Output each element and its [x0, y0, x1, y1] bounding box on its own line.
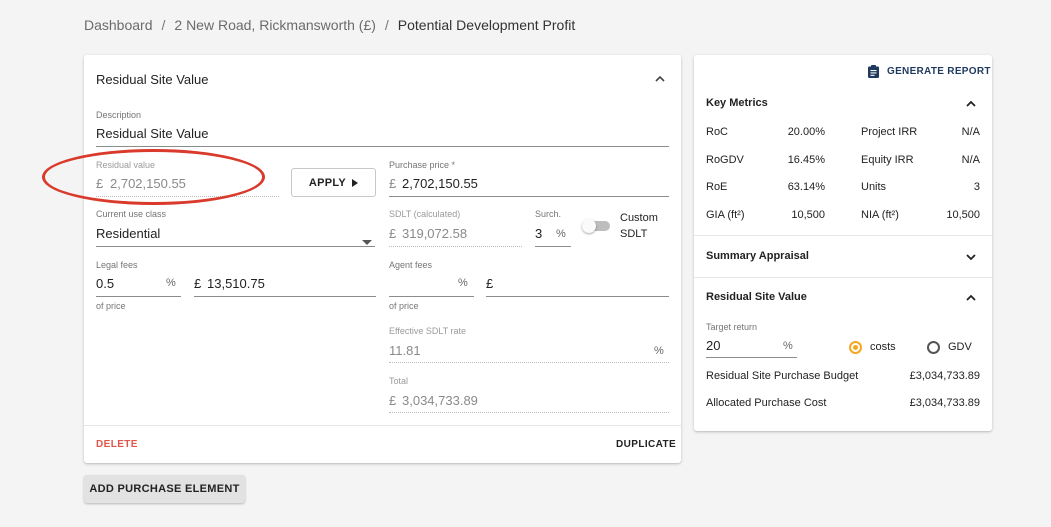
total-value: 3,034,733.89: [402, 393, 478, 408]
target-return-label: Target return: [706, 322, 758, 332]
metric-value: 20.00%: [787, 126, 825, 138]
duplicate-button[interactable]: DUPLICATE: [616, 439, 676, 450]
effective-sdlt-unit: %: [654, 345, 664, 357]
metric-value: N/A: [961, 126, 980, 138]
generate-report-button[interactable]: GENERATE REPORT: [868, 65, 991, 78]
metric-value: 10,500: [791, 209, 825, 221]
legal-fees-percent-unit: %: [166, 277, 176, 289]
card-title: Residual Site Value: [96, 72, 209, 87]
dropdown-arrow-icon[interactable]: [362, 232, 372, 250]
legal-fees-helper: of price: [96, 301, 126, 311]
delete-button[interactable]: DELETE: [96, 439, 138, 450]
apply-label: APPLY: [308, 176, 347, 189]
breadcrumb: Dashboard / 2 New Road, Rickmansworth (£…: [84, 17, 575, 33]
allocated-label: Allocated Purchase Cost: [706, 397, 827, 409]
target-return-input[interactable]: 20: [706, 338, 720, 353]
breadcrumb-separator: /: [161, 17, 166, 33]
play-arrow-icon: [352, 178, 359, 187]
metric-value: 3: [973, 181, 980, 193]
description-label: Description: [96, 110, 142, 120]
chevron-up-icon[interactable]: [653, 72, 667, 86]
current-use-class-select[interactable]: Residential: [96, 226, 160, 241]
metric-value: N/A: [961, 154, 980, 166]
total-underline: [389, 412, 669, 413]
metric-label: Project IRR: [861, 126, 918, 138]
allocated-value: £3,034,733.89: [909, 397, 980, 409]
total-label: Total: [389, 376, 409, 386]
breadcrumb-current: Potential Development Profit: [397, 17, 576, 33]
metric-label: GIA (ft²): [706, 209, 745, 221]
metric-value: 63.14%: [787, 181, 825, 193]
key-metrics-title: Key Metrics: [706, 97, 768, 109]
purchase-price-currency: £: [389, 176, 397, 191]
generate-report-label: GENERATE REPORT: [887, 66, 991, 77]
summary-appraisal-title[interactable]: Summary Appraisal: [706, 250, 809, 262]
chevron-up-icon[interactable]: [964, 97, 978, 111]
residual-site-value-card: Residual Site Value Description Residual…: [84, 55, 681, 463]
radio-gdv-label: GDV: [948, 341, 972, 353]
surch-input[interactable]: 3: [535, 226, 542, 241]
card-footer-divider: [84, 425, 681, 426]
surch-label: Surch.: [535, 209, 562, 219]
section-divider: [694, 277, 992, 278]
legal-fees-percent-input[interactable]: 0.5: [96, 276, 114, 291]
apply-button[interactable]: APPLY: [291, 168, 376, 197]
metric-value: 10,500: [946, 209, 980, 221]
current-use-class-underline: [96, 246, 375, 247]
legal-fees-percent-underline: [96, 296, 181, 297]
radio-costs[interactable]: [849, 341, 862, 354]
chevron-down-icon[interactable]: [964, 250, 978, 264]
agent-fees-percent-underline: [389, 296, 474, 297]
sdlt-label: SDLT (calculated): [389, 209, 461, 219]
breadcrumb-dashboard[interactable]: Dashboard: [84, 17, 153, 33]
chevron-up-icon[interactable]: [964, 291, 978, 305]
agent-fees-label: Agent fees: [389, 260, 433, 270]
surch-unit: %: [556, 228, 566, 240]
custom-sdlt-label: Custom SDLT: [620, 212, 658, 240]
radio-costs-label: costs: [870, 341, 896, 353]
clipboard-icon: [868, 65, 879, 78]
metric-label: RoC: [706, 126, 729, 138]
highlight-annotation: [42, 149, 265, 205]
sdlt-underline: [389, 246, 522, 247]
agent-fees-currency: £: [486, 276, 494, 291]
add-purchase-element-button[interactable]: ADD PURCHASE ELEMENT: [84, 475, 245, 503]
metric-label: NIA (ft²): [861, 209, 899, 221]
agent-fees-helper: of price: [389, 301, 419, 311]
effective-sdlt-value: 11.81: [389, 343, 421, 358]
surch-underline: [535, 246, 571, 247]
toggle-thumb: [582, 219, 596, 233]
breadcrumb-property[interactable]: 2 New Road, Rickmansworth (£): [174, 17, 376, 33]
metric-value: 16.45%: [787, 154, 825, 166]
legal-fees-amount-underline: [194, 296, 376, 297]
legal-fees-amount-input[interactable]: 13,510.75: [207, 276, 265, 291]
description-input[interactable]: Residual Site Value: [96, 126, 209, 141]
metric-label: RoGDV: [706, 154, 744, 166]
effective-sdlt-underline: [389, 362, 669, 363]
metric-label: RoE: [706, 181, 728, 193]
rsv-section-title: Residual Site Value: [706, 291, 807, 303]
section-divider: [694, 235, 992, 236]
agent-fees-percent-unit: %: [458, 277, 468, 289]
radio-gdv[interactable]: [927, 341, 940, 354]
target-return-underline: [706, 357, 797, 358]
budget-label: Residual Site Purchase Budget: [706, 370, 859, 382]
current-use-class-label: Current use class: [96, 209, 167, 219]
metric-label: Equity IRR: [861, 154, 914, 166]
effective-sdlt-label: Effective SDLT rate: [389, 326, 467, 336]
purchase-price-input[interactable]: 2,702,150.55: [402, 176, 478, 191]
metric-label: Units: [861, 181, 887, 193]
budget-value: £3,034,733.89: [909, 370, 980, 382]
legal-fees-currency: £: [194, 276, 202, 291]
purchase-price-underline: [389, 196, 669, 197]
purchase-price-label: Purchase price *: [389, 160, 456, 170]
agent-fees-amount-underline: [486, 296, 669, 297]
total-currency: £: [389, 393, 397, 408]
breadcrumb-separator: /: [384, 17, 389, 33]
description-underline: [96, 146, 669, 147]
sdlt-value: 319,072.58: [402, 226, 468, 241]
sdlt-currency: £: [389, 226, 397, 241]
target-return-unit: %: [783, 340, 793, 352]
legal-fees-label: Legal fees: [96, 260, 138, 270]
